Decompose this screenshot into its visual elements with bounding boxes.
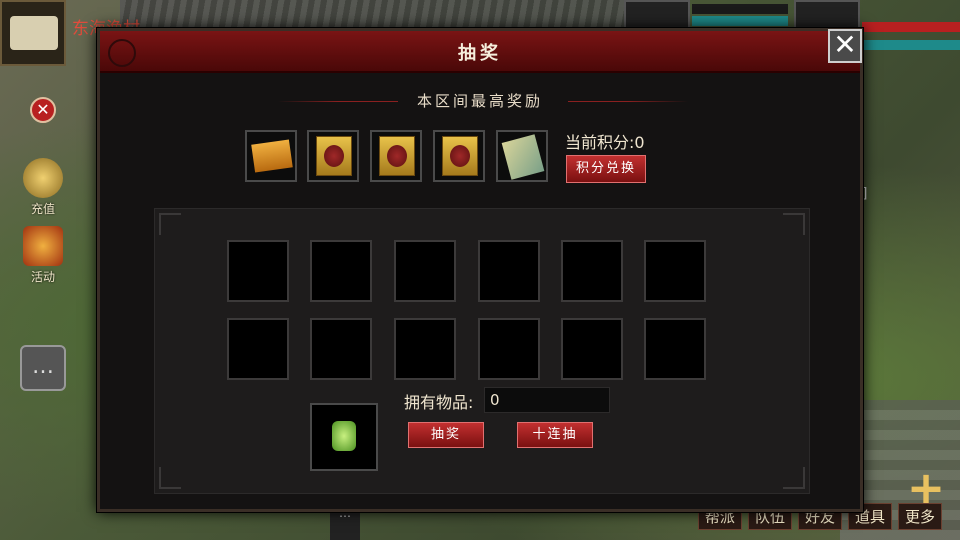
team-bar-1 xyxy=(692,4,788,14)
prize-slot[interactable] xyxy=(227,318,289,380)
reward-slot[interactable] xyxy=(307,130,359,182)
prize-slot[interactable] xyxy=(394,240,456,302)
section-ornament-right xyxy=(568,101,688,102)
prize-slot[interactable] xyxy=(561,318,623,380)
ten-draw-button[interactable]: 十连抽 xyxy=(517,422,593,448)
prize-slot[interactable] xyxy=(478,240,540,302)
reward-slot[interactable] xyxy=(433,130,485,182)
map-button[interactable] xyxy=(0,0,66,66)
reward-slot[interactable] xyxy=(245,130,297,182)
dialog-title: 抽奖 xyxy=(458,43,502,64)
collapse-close-icon[interactable]: ✕ xyxy=(30,97,56,123)
panel-corner xyxy=(159,467,181,489)
team-portrait-1[interactable] xyxy=(624,0,690,30)
current-points: 当前积分:0 xyxy=(565,133,645,152)
map-scroll-icon xyxy=(10,16,58,50)
recharge-label: 充值 xyxy=(30,202,55,216)
section-title: 本区间最高奖励 xyxy=(416,92,543,110)
prize-slot[interactable] xyxy=(478,318,540,380)
panel-corner xyxy=(159,213,181,235)
team-mp-bar-2 xyxy=(862,40,960,50)
dialog-close-button[interactable]: ✕ xyxy=(828,29,862,63)
draw-button[interactable]: 抽奖 xyxy=(408,422,484,448)
points-exchange-button[interactable]: 积分兑换 xyxy=(566,155,646,183)
chat-bubble-icon[interactable]: … xyxy=(20,345,66,391)
owned-items-value: 0 xyxy=(484,387,610,413)
prize-slot[interactable] xyxy=(227,240,289,302)
draw-item-slot[interactable] xyxy=(310,403,378,471)
gold-card-icon xyxy=(316,136,352,176)
recharge-button[interactable]: 充值 xyxy=(18,158,68,217)
dialog-title-bar: 抽奖 xyxy=(100,31,860,73)
jade-token-icon xyxy=(332,421,356,451)
panel-corner xyxy=(783,213,805,235)
reward-slot[interactable] xyxy=(496,130,548,182)
menu-more[interactable]: 更多 xyxy=(897,503,942,530)
team-mp-bar-1 xyxy=(692,16,788,26)
box-icon xyxy=(251,139,293,173)
prize-slot[interactable] xyxy=(310,318,372,380)
prize-slot[interactable] xyxy=(310,240,372,302)
team-portrait-2[interactable] xyxy=(794,0,860,30)
prize-slot[interactable] xyxy=(394,318,456,380)
prize-slot[interactable] xyxy=(644,318,706,380)
events-label: 活动 xyxy=(30,270,55,284)
coins-icon xyxy=(23,158,63,198)
reward-slot[interactable] xyxy=(370,130,422,182)
owned-items-label: 拥有物品: xyxy=(404,393,474,412)
events-button[interactable]: 活动 xyxy=(18,226,68,285)
gold-card-icon xyxy=(442,136,478,176)
book-icon xyxy=(501,134,545,180)
prize-slot[interactable] xyxy=(644,240,706,302)
gold-card-icon xyxy=(379,136,415,176)
panel-corner xyxy=(783,467,805,489)
gift-icon xyxy=(23,226,63,266)
prize-slot[interactable] xyxy=(561,240,623,302)
lottery-dialog: 抽奖 ✕ 本区间最高奖励 当前积分:0 积分兑换 拥有物品: 0 抽奖 十连抽 xyxy=(97,28,863,512)
team-hp-bar-2 xyxy=(862,22,960,32)
